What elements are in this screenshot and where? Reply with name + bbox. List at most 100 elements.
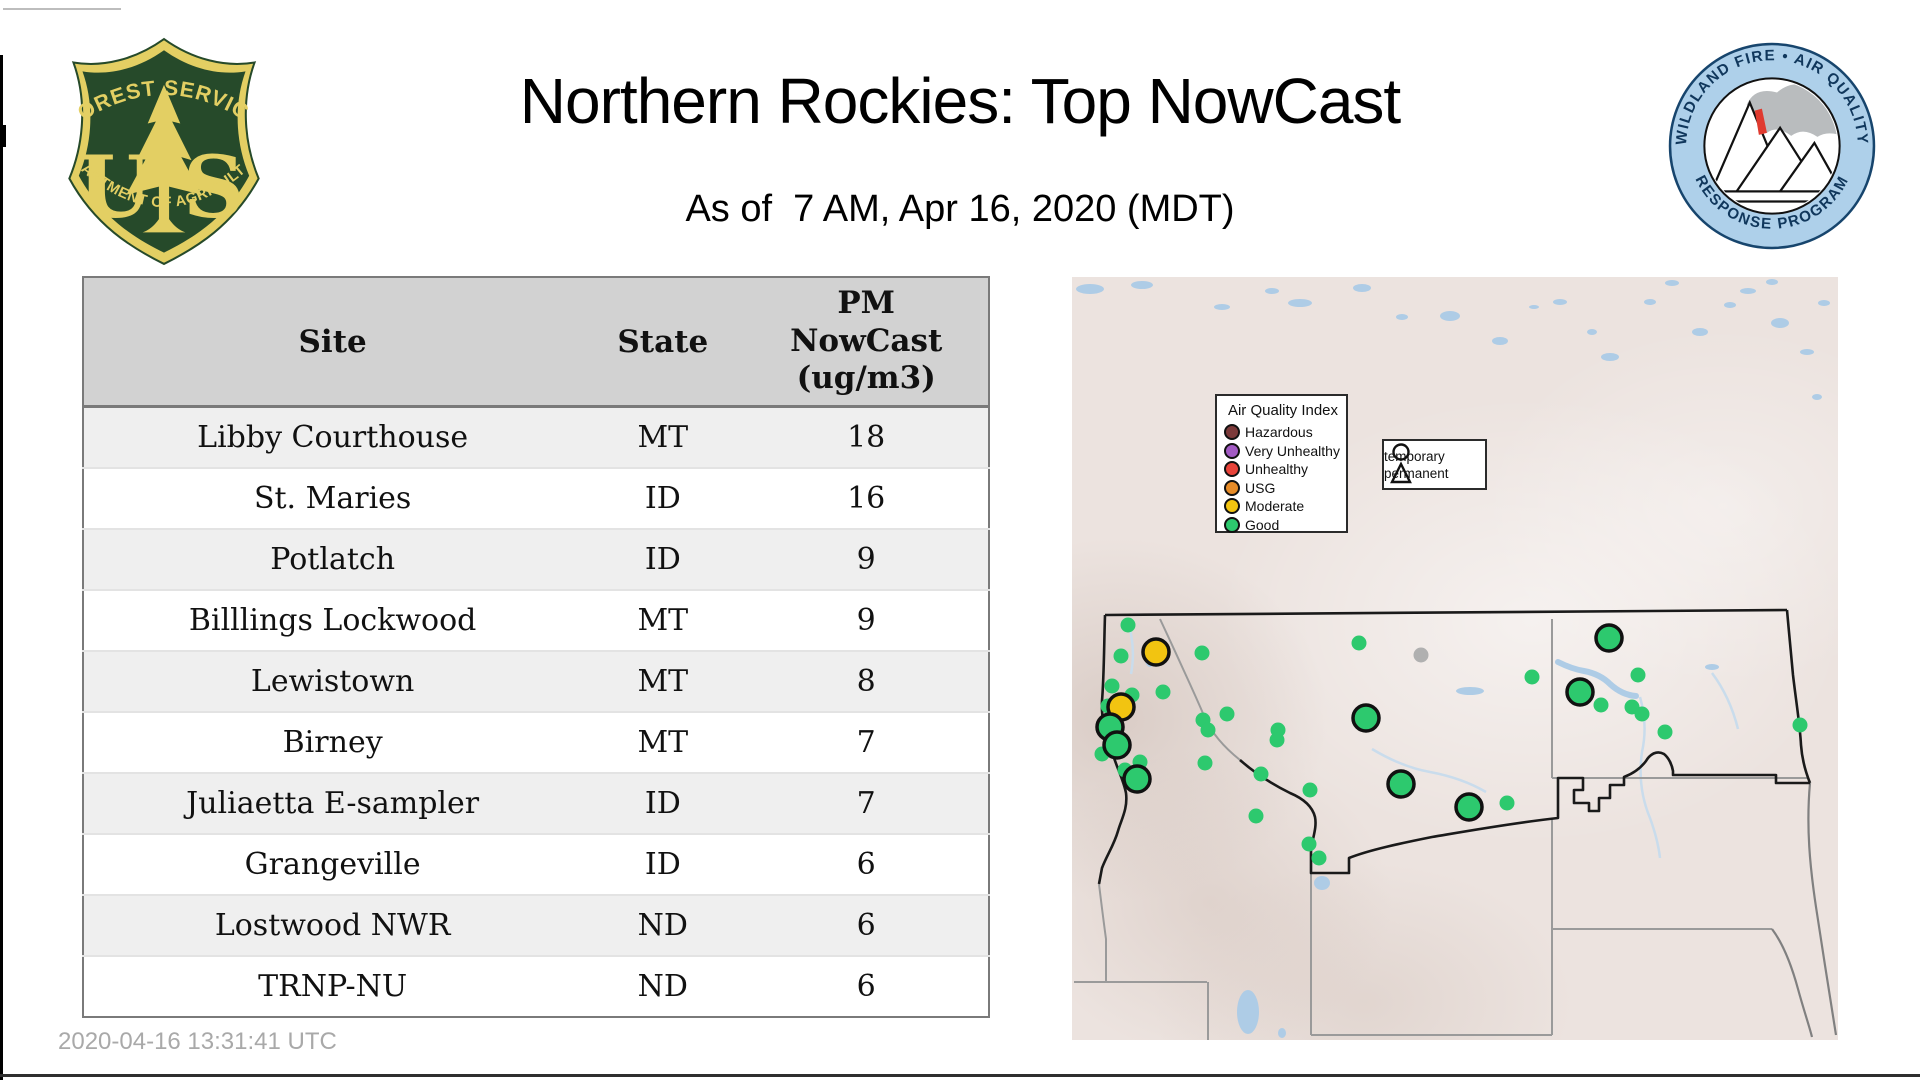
report-page: FOREST SERVICE U S DEPARTMENT OF AGRICUL… <box>0 0 1920 1080</box>
aqi-category-label: Very Unhealthy <box>1245 442 1340 459</box>
monitor-marker <box>1141 637 1171 667</box>
cell-pm-nowcast: 8 <box>856 664 876 699</box>
monitor-marker <box>1200 722 1216 738</box>
aqi-legend-title: Air Quality Index <box>1227 402 1339 419</box>
aqi-color-dot-icon <box>1224 498 1240 515</box>
monitor-marker <box>1351 635 1367 651</box>
nowcast-table: Site State PM NowCast (ug/m3) Libby Cour… <box>82 276 990 1018</box>
cell-state: ID <box>644 847 681 882</box>
page-title: Northern Rockies: Top NowCast <box>519 65 1401 137</box>
table-row: Lostwood NWR ND 6 <box>83 895 989 956</box>
aqi-legend-item: Unhealthy <box>1224 460 1346 479</box>
cell-state: ND <box>637 969 688 1004</box>
aqi-color-dot-icon <box>1224 461 1240 478</box>
cell-pm-nowcast: 9 <box>856 542 876 577</box>
cell-site: Lostwood NWR <box>214 908 451 943</box>
table-row: St. Maries ID 16 <box>83 468 989 529</box>
cell-pm-nowcast: 18 <box>847 420 886 455</box>
aqi-legend-item: Very Unhealthy <box>1224 442 1346 461</box>
aqi-category-label: USG <box>1245 479 1276 496</box>
cell-site: Potlatch <box>270 542 396 577</box>
monitor-marker <box>1197 755 1213 771</box>
aqi-legend-item: USG <box>1224 479 1346 498</box>
cell-state: ND <box>637 908 688 943</box>
aqi-legend-item: Good <box>1224 516 1346 535</box>
monitor-marker <box>1413 647 1429 663</box>
cell-site: Grangeville <box>244 847 421 882</box>
monitor-marker <box>1248 808 1264 824</box>
table-row: Juliaetta E-sampler ID 7 <box>83 773 989 834</box>
map-canvas <box>1074 279 1838 1040</box>
aqi-color-dot-icon <box>1224 442 1240 459</box>
cell-state: MT <box>637 725 689 760</box>
col-header-pm: PM NowCast (ug/m3) <box>744 277 989 408</box>
aqi-legend: Air Quality Index Hazardous Very Unhealth… <box>1215 394 1348 533</box>
cell-site: Juliaetta E-sampler <box>186 786 480 821</box>
monitor-marker <box>1302 782 1318 798</box>
monitor-marker <box>1113 648 1129 664</box>
cell-pm-nowcast: 9 <box>856 603 876 638</box>
aqi-legend-item: Hazardous <box>1224 423 1346 442</box>
cell-state: ID <box>644 786 681 821</box>
aqi-category-label: Unhealthy <box>1245 461 1309 478</box>
aqi-color-dot-icon <box>1224 424 1240 441</box>
monitor-marker <box>1104 678 1120 694</box>
generation-timestamp: 2020-04-16 13:31:41 UTC <box>58 1028 337 1055</box>
table-header-row: Site State PM NowCast (ug/m3) <box>83 277 989 408</box>
table-row: Potlatch ID 9 <box>83 529 989 590</box>
table-row: Grangeville ID 6 <box>83 834 989 895</box>
cell-pm-nowcast: 16 <box>847 481 886 516</box>
monitor-marker <box>1120 617 1136 633</box>
monitor-marker <box>1269 732 1285 748</box>
aqi-category-label: Good <box>1245 516 1280 533</box>
cell-site: Lewistown <box>250 664 415 699</box>
aqi-color-dot-icon <box>1224 516 1240 533</box>
cell-pm-nowcast: 6 <box>856 908 876 943</box>
monitor-marker <box>1386 769 1416 799</box>
page-edge-mark <box>0 125 6 147</box>
monitor-marker <box>1630 667 1646 683</box>
table-row: Birney MT 7 <box>83 712 989 773</box>
monitor-marker <box>1565 677 1595 707</box>
lakes-layer <box>1076 279 1830 1038</box>
monitor-marker <box>1657 724 1673 740</box>
cell-pm-nowcast: 6 <box>856 847 876 882</box>
cell-pm-nowcast: 6 <box>856 969 876 1004</box>
cell-site: St. Maries <box>253 481 412 516</box>
wfaqrp-logo: WILDLAND FIRE • AIR QUALITY RESPONSE PRO… <box>1666 40 1878 257</box>
monitor-marker <box>1219 706 1235 722</box>
temporary-permanent-icon <box>1390 443 1412 484</box>
cell-state: MT <box>637 603 689 638</box>
page-top-line <box>3 8 121 10</box>
monitor-marker <box>1454 792 1484 822</box>
monitor-marker <box>1524 669 1540 685</box>
monitor-marker <box>1253 766 1269 782</box>
cell-site: Libby Courthouse <box>197 420 469 455</box>
monitor-markers-layer <box>1094 617 1808 866</box>
forest-service-shield-icon: FOREST SERVICE U S DEPARTMENT OF AGRICUL… <box>55 17 260 266</box>
aqi-category-label: Hazardous <box>1245 424 1313 441</box>
monitor-marker <box>1194 645 1210 661</box>
cell-state: ID <box>644 542 681 577</box>
col-header-site: Site <box>83 277 582 408</box>
cell-site: TRNP-NU <box>258 969 408 1004</box>
table-row: Lewistown MT 8 <box>83 651 989 712</box>
aqi-category-label: Moderate <box>1245 498 1305 515</box>
monitor-marker <box>1311 850 1327 866</box>
aqi-color-dot-icon <box>1224 479 1240 496</box>
monitor-marker <box>1301 836 1317 852</box>
monitor-marker <box>1499 795 1515 811</box>
cell-pm-nowcast: 7 <box>856 725 876 760</box>
cell-pm-nowcast: 7 <box>856 786 876 821</box>
monitor-marker <box>1634 706 1650 722</box>
cell-state: MT <box>637 664 689 699</box>
cell-site: Billlings Lockwood <box>188 603 477 638</box>
page-bottom-line <box>0 1074 1920 1077</box>
marker-type-legend: temporary permanent <box>1382 439 1487 490</box>
monitor-marker <box>1792 717 1808 733</box>
page-edge-line <box>0 55 3 1080</box>
cell-state: ID <box>644 481 681 516</box>
cell-site: Birney <box>282 725 383 760</box>
table-row: TRNP-NU ND 6 <box>83 956 989 1017</box>
wfaqrp-badge-icon: WILDLAND FIRE • AIR QUALITY RESPONSE PRO… <box>1668 42 1876 250</box>
